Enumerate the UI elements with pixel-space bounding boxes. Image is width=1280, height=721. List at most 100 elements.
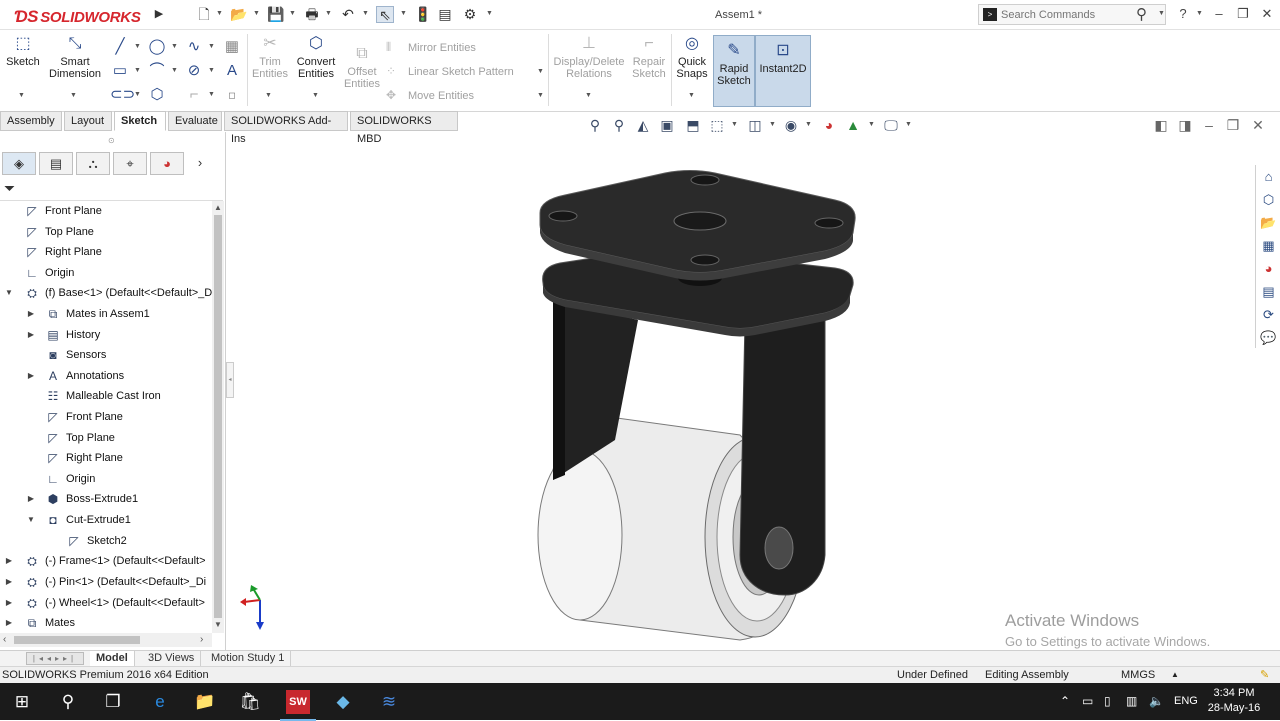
file-explorer-icon[interactable]: 📁 — [193, 690, 217, 714]
chevron-down-icon[interactable]: ▼ — [688, 92, 695, 99]
tab-layout[interactable]: Layout — [64, 111, 112, 131]
tab-sketch[interactable]: Sketch — [114, 111, 166, 131]
chevron-down-icon[interactable]: ▼ — [171, 67, 178, 74]
tree-item-base[interactable]: ▼ ⛭ (f) Base<1> (Default<<Default>_D — [0, 283, 212, 303]
language-indicator[interactable]: ENG — [1174, 694, 1198, 708]
scrollbar-thumb[interactable] — [14, 636, 140, 644]
view-settings-icon[interactable]: 🖵 — [882, 116, 900, 134]
tab-model[interactable]: Model — [90, 651, 135, 667]
expand-menu-icon[interactable]: ▶ — [150, 6, 168, 23]
chevron-down-icon[interactable]: ▼ — [905, 121, 912, 128]
select-cursor-icon[interactable]: ⇖ — [376, 6, 394, 23]
network-icon[interactable]: ▥ — [1126, 694, 1137, 708]
scrollbar-thumb[interactable] — [214, 215, 222, 618]
chevron-down-icon[interactable]: ▼ — [208, 43, 215, 50]
home-icon[interactable]: ⌂ — [1258, 167, 1279, 187]
forum-icon[interactable]: 💬 — [1258, 328, 1279, 348]
display-manager-icon[interactable]: ◕ — [150, 152, 184, 175]
previous-view-icon[interactable]: ◭ — [634, 116, 652, 134]
tray-chevron-icon[interactable]: ⌃ — [1060, 694, 1070, 708]
solidworks-logo[interactable]: ƊS SOLIDWORKS — [14, 7, 141, 27]
rapid-sketch-button[interactable]: ✎ Rapid Sketch — [713, 35, 755, 107]
expand-icon[interactable]: ▶ — [26, 366, 36, 386]
search-icon[interactable]: ⚲ — [56, 690, 80, 714]
repair-sketch-button[interactable]: ⌐ Repair Sketch — [630, 35, 668, 80]
display-style-icon[interactable]: ◫ — [746, 116, 764, 134]
chevron-down-icon[interactable]: ▼ — [134, 67, 141, 74]
minimize-doc-icon[interactable]: – — [1200, 116, 1218, 134]
design-library-icon[interactable]: 📂 — [1258, 213, 1279, 233]
zoom-to-area-icon[interactable]: ⚲ — [610, 116, 628, 134]
new-document-icon[interactable]: 🗋 — [195, 6, 213, 23]
open-folder-icon[interactable]: 📂 — [230, 6, 248, 23]
point-icon[interactable]: ◻ — [222, 86, 242, 104]
hide-show-items-icon[interactable]: ◉ — [782, 116, 800, 134]
chevron-down-icon[interactable]: ▼ — [70, 92, 77, 99]
chevron-down-icon[interactable]: ▼ — [362, 10, 369, 17]
system-clock[interactable]: 3:34 PM 28-May-16 — [1206, 686, 1262, 716]
rebuild-icon[interactable]: 🚦 — [414, 6, 432, 23]
tab-motion-study[interactable]: Motion Study 1 — [205, 651, 292, 667]
panel-grip-icon[interactable]: ⊙ — [108, 136, 115, 145]
chevron-down-icon[interactable]: ▼ — [537, 68, 544, 75]
tree-item-sketch2[interactable]: ◸ Sketch2 — [0, 531, 212, 551]
restore-doc-icon[interactable]: ❐ — [1224, 116, 1242, 134]
move-entities-button[interactable]: ✥ Move Entities — [386, 88, 474, 102]
units-system[interactable]: MMGS — [1121, 667, 1155, 683]
tab-evaluate[interactable]: Evaluate — [168, 111, 222, 131]
chevron-down-icon[interactable]: ▼ — [486, 10, 493, 17]
expand-icon[interactable]: ▶ — [4, 593, 14, 613]
chevron-down-icon[interactable]: ▼ — [325, 10, 332, 17]
custom-properties-icon[interactable]: ▤ — [1258, 282, 1279, 302]
chevron-down-icon[interactable]: ▼ — [208, 91, 215, 98]
display-delete-relations-button[interactable]: ⊥ Display/Delete Relations — [552, 35, 626, 80]
chevron-up-icon[interactable]: ▲ — [1171, 667, 1179, 683]
search-input[interactable] — [1001, 7, 1121, 22]
chevron-down-icon[interactable]: ▼ — [171, 43, 178, 50]
chevron-down-icon[interactable]: ▼ — [265, 92, 272, 99]
edge-browser-icon[interactable]: e — [148, 690, 172, 714]
file-explorer-icon[interactable]: ▦ — [1258, 236, 1279, 256]
mirror-entities-button[interactable]: ⫴ Mirror Entities — [386, 40, 476, 55]
arc-icon[interactable]: ⌒ — [147, 62, 167, 80]
spline-icon[interactable]: ∿ — [184, 38, 204, 56]
solidworks-taskbar-icon[interactable]: SW — [280, 690, 316, 721]
trim-entities-button[interactable]: ✂ Trim Entities — [250, 35, 290, 80]
expand-icon[interactable]: ▶ — [4, 572, 14, 592]
tile-right-icon[interactable]: ◨ — [1176, 116, 1194, 134]
expand-icon[interactable]: ▶ — [4, 551, 14, 571]
rectangle-icon[interactable]: ▭ — [110, 62, 130, 80]
tree-item-mates[interactable]: ▶ ⧉ Mates — [0, 613, 212, 633]
scroll-left-icon[interactable]: ‹ — [3, 634, 6, 645]
linear-sketch-pattern-button[interactable]: ⁘ Linear Sketch Pattern — [386, 64, 514, 78]
tab-assembly[interactable]: Assembly — [0, 111, 62, 131]
line-icon[interactable]: ╱ — [110, 38, 130, 56]
print-icon[interactable]: 🖶 — [303, 6, 321, 23]
file-properties-icon[interactable]: ▤ — [436, 6, 454, 23]
tree-item-boss-extrude1[interactable]: ▶ ⬢ Boss-Extrude1 — [0, 489, 212, 509]
search-commands[interactable]: > ⚲ — [978, 4, 1166, 25]
smart-dimension-button[interactable]: ⤡ Smart Dimension — [46, 35, 104, 80]
chevron-down-icon[interactable]: ▼ — [18, 92, 25, 99]
chevron-down-icon[interactable]: ▼ — [585, 92, 592, 99]
undo-icon[interactable]: ↶ — [339, 6, 357, 23]
polygon-icon[interactable]: ⬡ — [147, 86, 167, 104]
chevron-down-icon[interactable]: ▼ — [769, 121, 776, 128]
quick-snaps-button[interactable]: ◎ Quick Snaps — [674, 35, 710, 80]
notification-icon[interactable]: ✎ — [1260, 667, 1269, 683]
expand-icon[interactable]: ▶ — [26, 489, 36, 509]
tab-scroll-arrows-icon[interactable]: |◂◂▸▸| — [26, 652, 84, 665]
chevron-down-icon[interactable]: ▼ — [731, 121, 738, 128]
tree-item-front-plane-sub[interactable]: ◸ Front Plane — [0, 407, 212, 427]
convert-entities-button[interactable]: ⬡ Convert Entities — [294, 35, 338, 80]
zoom-to-fit-icon[interactable]: ⚲ — [586, 116, 604, 134]
tree-item-origin-sub[interactable]: ∟ Origin — [0, 469, 212, 489]
dimxpert-manager-icon[interactable]: ⌖ — [113, 152, 147, 175]
scroll-right-icon[interactable]: › — [200, 634, 203, 645]
tree-item-history[interactable]: ▶ ▤ History — [0, 325, 212, 345]
tree-item-mates-in-assem1[interactable]: ▶ ⧉ Mates in Assem1 — [0, 304, 212, 324]
view-orientation-icon[interactable]: ⬚ — [708, 116, 726, 134]
power-icon[interactable]: ▯ — [1104, 694, 1111, 708]
tab-3d-views[interactable]: 3D Views — [142, 651, 202, 667]
save-icon[interactable]: 💾 — [267, 6, 285, 23]
